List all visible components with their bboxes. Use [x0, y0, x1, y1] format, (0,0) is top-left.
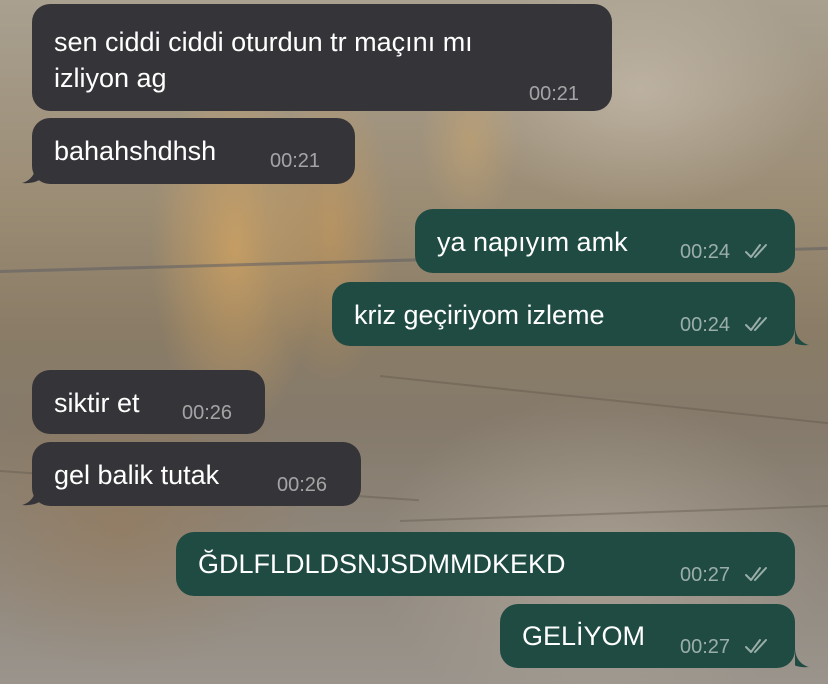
message-text: kriz geçiriyom izleme: [354, 300, 605, 330]
bubble-tail-incoming: [22, 486, 44, 506]
message-text: GELİYOM: [522, 621, 646, 651]
message-text: izliyon ag: [54, 63, 167, 93]
message-bubble-outgoing[interactable]: ĞDLFLDLDSNJSDMMDKEKD 00:27: [176, 532, 795, 596]
message-timestamp: 00:21: [270, 150, 321, 172]
double-check-icon: [745, 244, 767, 258]
background-floor-line: [379, 375, 828, 426]
double-check-icon: [745, 639, 767, 653]
bubble-tail-incoming: [22, 164, 44, 184]
bubble-tail-outgoing: [795, 326, 809, 346]
background-floor-line: [399, 504, 828, 522]
message-timestamp: 00:26: [182, 402, 233, 424]
message-text: bahahshdhsh: [54, 136, 217, 166]
message-bubble-incoming[interactable]: bahahshdhsh 00:21: [32, 118, 355, 184]
double-check-icon: [745, 567, 767, 581]
message-bubble-outgoing[interactable]: kriz geçiriyom izleme 00:24: [332, 282, 795, 346]
message-timestamp: 00:21: [529, 83, 580, 105]
message-bubble-incoming[interactable]: sen ciddi ciddi oturdun tr maçını mı izl…: [32, 4, 612, 111]
message-bubble-outgoing[interactable]: ya napıyım amk 00:24: [415, 209, 795, 273]
message-timestamp: 00:27: [680, 636, 731, 658]
message-timestamp: 00:27: [680, 564, 731, 586]
message-timestamp: 00:24: [680, 314, 731, 336]
message-text: siktir et: [54, 388, 140, 418]
message-text: sen ciddi ciddi oturdun tr maçını mı: [54, 27, 473, 57]
message-bubble-outgoing[interactable]: GELİYOM 00:27: [500, 604, 795, 668]
message-text: gel balik tutak: [54, 460, 220, 490]
bubble-tail-outgoing: [795, 648, 809, 668]
message-bubble-incoming[interactable]: siktir et 00:26: [32, 370, 265, 434]
message-timestamp: 00:24: [680, 241, 731, 263]
message-timestamp: 00:26: [277, 474, 328, 496]
chat-background: sen ciddi ciddi oturdun tr maçını mı izl…: [0, 0, 828, 684]
message-bubble-incoming[interactable]: gel balik tutak 00:26: [32, 442, 361, 506]
message-text: ĞDLFLDLDSNJSDMMDKEKD: [198, 549, 566, 579]
double-check-icon: [745, 317, 767, 331]
message-text: ya napıyım amk: [437, 227, 628, 257]
